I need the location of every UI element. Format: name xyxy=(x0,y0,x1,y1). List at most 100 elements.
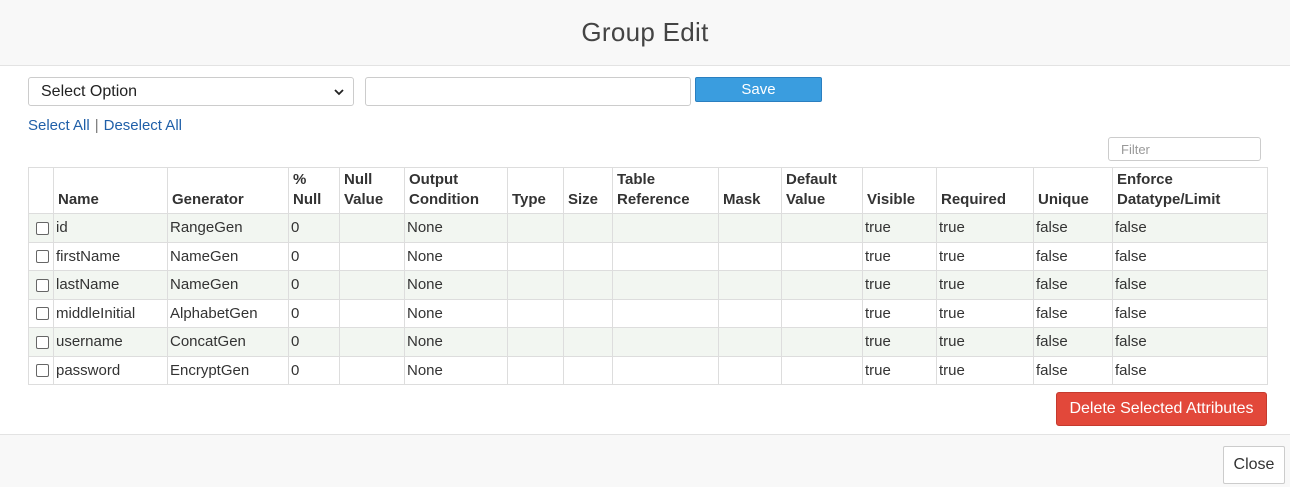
column-header: Required xyxy=(936,167,1034,214)
table-cell xyxy=(563,355,613,385)
table-cell: None xyxy=(404,355,508,385)
column-header-select xyxy=(28,167,54,214)
delete-selected-button[interactable]: Delete Selected Attributes xyxy=(1056,392,1267,426)
toolbar: Select Option Save xyxy=(28,77,828,107)
value-input[interactable] xyxy=(365,77,691,106)
table-cell: ConcatGen xyxy=(167,327,289,357)
table-cell: false xyxy=(1112,213,1268,243)
close-button[interactable]: Close xyxy=(1223,446,1285,484)
table-cell: false xyxy=(1033,355,1113,385)
table-cell xyxy=(507,298,564,328)
table-cell: password xyxy=(53,355,168,385)
table-row: firstName NameGen 0 None true true false false xyxy=(28,241,1268,271)
table-cell: true xyxy=(936,327,1034,357)
table-cell: true xyxy=(936,213,1034,243)
column-header: Name xyxy=(53,167,168,214)
table-cell: None xyxy=(404,241,508,271)
table-row: password EncryptGen 0 None true true false fals… xyxy=(28,355,1268,385)
row-select-cell xyxy=(28,298,54,328)
save-button[interactable]: Save xyxy=(695,77,822,102)
table-header-row: Name Generator% Null Null Value Output Cond… xyxy=(28,167,1268,214)
table-cell: false xyxy=(1033,298,1113,328)
table-cell: 0 xyxy=(288,298,340,328)
table-cell xyxy=(718,298,782,328)
table-cell: EncryptGen xyxy=(167,355,289,385)
filter-input[interactable] xyxy=(1108,137,1261,161)
table-cell xyxy=(339,270,405,300)
table-cell xyxy=(781,327,863,357)
table-cell: false xyxy=(1033,327,1113,357)
table-cell xyxy=(507,241,564,271)
row-checkbox[interactable] xyxy=(36,278,49,292)
table-cell: false xyxy=(1033,213,1113,243)
table-cell xyxy=(612,213,719,243)
table-cell xyxy=(718,270,782,300)
table-cell: middleInitial xyxy=(53,298,168,328)
deselect-all-link[interactable]: Deselect All xyxy=(104,117,182,134)
table-cell xyxy=(563,213,613,243)
table-cell: firstName xyxy=(53,241,168,271)
row-select-cell xyxy=(28,213,54,243)
modal-footer: Close xyxy=(0,434,1290,487)
attributes-table: Name Generator% Null Null Value Output Cond… xyxy=(28,167,1268,385)
column-header: % Null xyxy=(288,167,340,214)
column-header: Table Reference xyxy=(612,167,719,214)
chevron-down-icon xyxy=(334,89,344,96)
table-cell: true xyxy=(936,270,1034,300)
table-cell: 0 xyxy=(288,213,340,243)
table-cell xyxy=(563,241,613,271)
column-header: Output Condition xyxy=(404,167,508,214)
table-cell: id xyxy=(53,213,168,243)
table-cell: false xyxy=(1112,270,1268,300)
table-cell: false xyxy=(1112,355,1268,385)
table-cell xyxy=(718,213,782,243)
table-cell xyxy=(612,270,719,300)
column-header: Size xyxy=(563,167,613,214)
column-header: Default Value xyxy=(781,167,863,214)
table-cell: 0 xyxy=(288,355,340,385)
table-cell: RangeGen xyxy=(167,213,289,243)
table-cell xyxy=(339,213,405,243)
row-checkbox[interactable] xyxy=(36,364,49,378)
column-header: Unique xyxy=(1033,167,1113,214)
table-cell xyxy=(612,298,719,328)
table-cell xyxy=(507,213,564,243)
column-header: Mask xyxy=(718,167,782,214)
table-cell xyxy=(781,298,863,328)
table-cell: 0 xyxy=(288,270,340,300)
table-cell xyxy=(781,355,863,385)
row-select-cell xyxy=(28,270,54,300)
row-checkbox[interactable] xyxy=(36,250,49,264)
table-cell xyxy=(612,355,719,385)
table-cell xyxy=(781,270,863,300)
table-cell xyxy=(339,241,405,271)
table-cell xyxy=(339,355,405,385)
row-checkbox[interactable] xyxy=(36,221,49,235)
row-checkbox[interactable] xyxy=(36,335,49,349)
table-cell: AlphabetGen xyxy=(167,298,289,328)
row-checkbox[interactable] xyxy=(36,307,49,321)
table-cell: false xyxy=(1112,298,1268,328)
table-cell: None xyxy=(404,298,508,328)
table-row: lastName NameGen 0 None true true false false xyxy=(28,270,1268,300)
row-select-cell xyxy=(28,327,54,357)
column-header: Type xyxy=(507,167,564,214)
select-all-link[interactable]: Select All xyxy=(28,117,90,134)
table-row: username ConcatGen 0 None true true false false xyxy=(28,327,1268,357)
selection-links: Select All | Deselect All xyxy=(28,117,182,134)
column-header: Null Value xyxy=(339,167,405,214)
table-cell xyxy=(563,298,613,328)
table-cell xyxy=(781,213,863,243)
table-cell: true xyxy=(936,241,1034,271)
table-cell: NameGen xyxy=(167,270,289,300)
column-header: Enforce Datatype/Limit xyxy=(1112,167,1268,214)
row-select-cell xyxy=(28,355,54,385)
option-select-value: Select Option xyxy=(41,82,138,100)
table-cell xyxy=(563,270,613,300)
table-cell xyxy=(718,241,782,271)
row-select-cell xyxy=(28,241,54,271)
option-select[interactable]: Select Option xyxy=(28,77,354,106)
group-edit-modal: Group Edit Select Option Save Select All… xyxy=(0,0,1290,487)
table-cell: None xyxy=(404,213,508,243)
table-cell: false xyxy=(1033,241,1113,271)
